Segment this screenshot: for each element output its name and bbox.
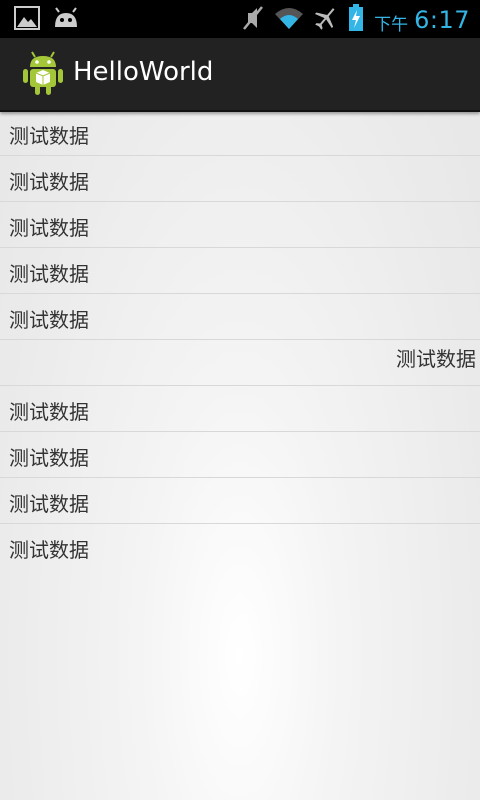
list-item[interactable]: 测试数据 bbox=[0, 478, 480, 524]
list-item-label: 测试数据 bbox=[9, 170, 89, 194]
list-item[interactable]: 测试数据 bbox=[0, 524, 480, 569]
list-item-label: 测试数据 bbox=[9, 492, 89, 516]
android-notification-icon bbox=[52, 7, 80, 33]
list-item[interactable]: 测试数据 bbox=[0, 156, 480, 202]
action-bar: HelloWorld bbox=[0, 38, 480, 112]
list-item[interactable]: 测试数据 bbox=[0, 202, 480, 248]
wifi-icon bbox=[274, 6, 304, 34]
list-item-label: 测试数据 bbox=[9, 262, 89, 286]
list-item-swiped[interactable]: 据 测试数据 bbox=[0, 340, 480, 386]
list-item-label: 测试数据 bbox=[9, 446, 89, 470]
battery-charging-icon bbox=[348, 4, 364, 36]
status-system: 下午 6:17 bbox=[242, 4, 470, 36]
list-item[interactable]: 测试数据 bbox=[0, 294, 480, 340]
list-item[interactable]: 测试数据 bbox=[0, 432, 480, 478]
data-list: 测试数据 测试数据 测试数据 测试数据 测试数据 据 测试数据 测试数据 测试数… bbox=[0, 110, 480, 569]
clock-time: 6:17 bbox=[414, 6, 470, 34]
status-notifications bbox=[14, 6, 80, 34]
airplane-mode-icon bbox=[314, 5, 338, 35]
status-bar: 下午 6:17 bbox=[0, 0, 480, 38]
clock-ampm: 下午 bbox=[374, 14, 409, 35]
list-item-label: 测试数据 bbox=[9, 124, 89, 148]
gallery-icon bbox=[14, 6, 40, 34]
app-title: HelloWorld bbox=[73, 57, 214, 87]
list-item-label: 测试数据 bbox=[9, 308, 89, 332]
list-item[interactable]: 测试数据 bbox=[0, 248, 480, 294]
list-item-label: 测试数据 bbox=[9, 400, 89, 424]
list-item-label-swiped: 测试数据 bbox=[396, 347, 476, 371]
list-item[interactable]: 测试数据 bbox=[0, 386, 480, 432]
muted-icon bbox=[242, 5, 264, 35]
list-item[interactable]: 测试数据 bbox=[0, 110, 480, 156]
android-app-icon[interactable] bbox=[22, 51, 64, 97]
list-item-label: 测试数据 bbox=[9, 538, 89, 562]
list-item-label: 测试数据 bbox=[9, 216, 89, 240]
